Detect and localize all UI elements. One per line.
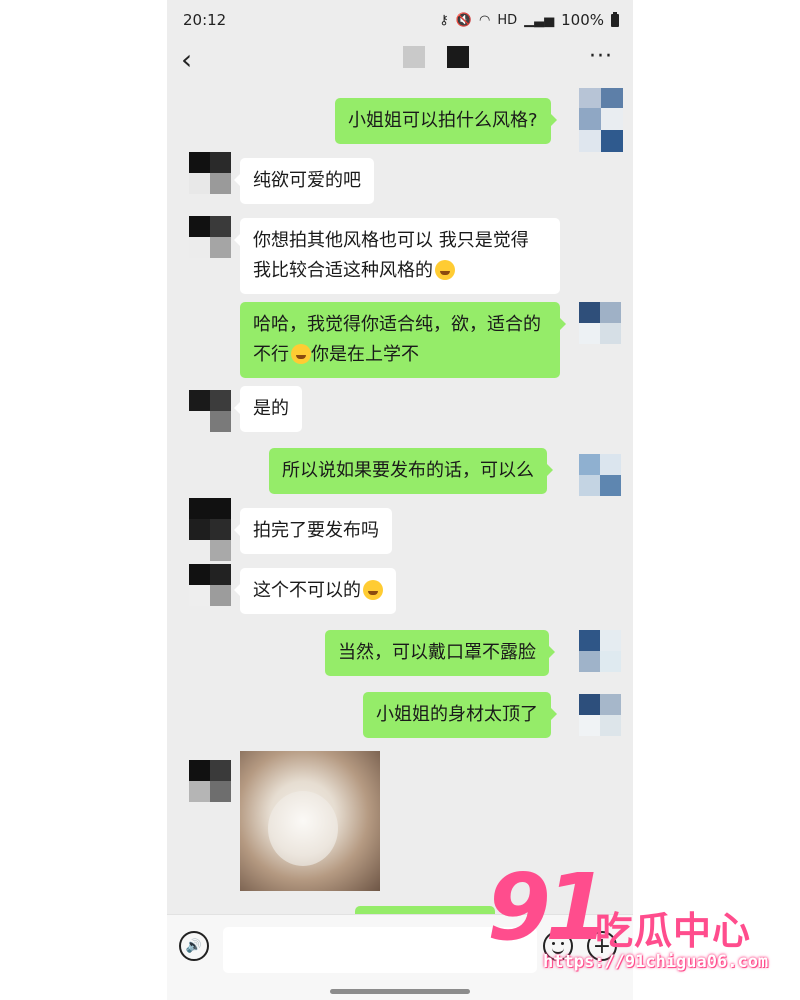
laugh-cry-emoji-icon xyxy=(291,344,311,364)
voice-button[interactable]: 🔊 xyxy=(179,931,209,961)
avatar-self[interactable] xyxy=(579,630,621,672)
key-icon: ⚷ xyxy=(439,12,449,28)
message-bubble[interactable]: 是的 xyxy=(234,386,302,432)
chat-header: ‹ ··· xyxy=(167,40,633,84)
status-time: 20:12 xyxy=(183,11,227,29)
message-text: 当然，可以戴口罩不露脸 xyxy=(338,642,536,663)
avatar-self[interactable] xyxy=(579,88,623,152)
redaction-block xyxy=(403,46,425,68)
avatar-contact[interactable] xyxy=(189,216,231,258)
status-bar: 20:12 ⚷ 🔇 ◠ HD ▁▃▅ 100% xyxy=(167,0,633,40)
watermark-logo-number: 91 xyxy=(487,854,609,961)
message-bubble[interactable]: 拍完了要发布吗 xyxy=(234,508,392,554)
phone-screen: 20:12 ⚷ 🔇 ◠ HD ▁▃▅ 100% ‹ ··· 小姐姐可以拍什么风格… xyxy=(167,0,633,1000)
message-text: 这个不可以的 xyxy=(253,580,361,601)
wifi-icon: ◠ xyxy=(478,12,491,28)
hd-label: HD xyxy=(497,12,518,28)
blurred-photo-content xyxy=(268,791,338,866)
message-text: 哈哈，我觉得你适合纯，欲，适合的 xyxy=(253,314,541,335)
watermark-url: https://91chigua06.com xyxy=(543,952,769,972)
watermark: 91 吃瓜中心 https://91chigua06.com xyxy=(487,858,777,982)
message-bubble[interactable]: 纯欲可爱的吧 xyxy=(234,158,374,204)
battery-percent: 100% xyxy=(561,11,604,29)
message-text: 小姐姐可以拍什么风格? xyxy=(348,110,538,131)
image-message[interactable] xyxy=(240,751,380,891)
message-bubble[interactable]: 所以说如果要发布的话，可以么 xyxy=(269,448,553,494)
message-bubble[interactable]: 哈哈，我觉得你适合纯，欲，适合的 不行 你是在上学不 xyxy=(240,302,566,378)
avatar-contact[interactable] xyxy=(189,390,231,432)
avatar-self[interactable] xyxy=(579,454,621,496)
message-text: 我比较合适这种风格的 xyxy=(253,260,433,281)
message-bubble[interactable]: 当然，可以戴口罩不露脸 xyxy=(325,630,555,676)
message-text: 小姐姐的身材太顶了 xyxy=(376,704,538,725)
message-bubble[interactable]: 小姐姐可以拍什么风格? xyxy=(335,98,557,144)
signal-icon: ▁▃▅ xyxy=(524,12,555,28)
more-button[interactable]: ··· xyxy=(589,44,613,69)
avatar-contact[interactable] xyxy=(189,152,231,194)
avatar-contact[interactable] xyxy=(189,498,231,562)
redaction-block xyxy=(447,46,469,68)
grin-emoji-icon xyxy=(435,260,455,280)
status-icons: ⚷ 🔇 ◠ HD ▁▃▅ 100% xyxy=(439,11,619,29)
message-text: 不行 xyxy=(253,344,289,365)
chat-area[interactable]: 小姐姐可以拍什么风格? 纯欲可爱的吧 你想拍其他风格也可以 我只是觉得 我比较合… xyxy=(167,84,633,920)
message-text: 所以说如果要发布的话，可以么 xyxy=(282,460,534,481)
chat-title-redacted xyxy=(403,46,469,68)
message-bubble[interactable]: 小姐姐的身材太顶了 xyxy=(363,692,557,738)
avatar-self[interactable] xyxy=(579,302,621,344)
message-text: 你是在上学不 xyxy=(311,344,419,365)
message-text: 你想拍其他风格也可以 我只是觉得 xyxy=(253,230,529,251)
mute-icon: 🔇 xyxy=(455,12,472,28)
battery-icon xyxy=(611,11,619,27)
avatar-contact[interactable] xyxy=(189,564,231,606)
flushed-emoji-icon xyxy=(363,580,383,600)
message-bubble[interactable]: 这个不可以的 xyxy=(234,568,396,614)
message-text: 纯欲可爱的吧 xyxy=(253,170,361,191)
message-text: 拍完了要发布吗 xyxy=(253,520,379,541)
avatar-contact[interactable] xyxy=(189,760,231,802)
back-button[interactable]: ‹ xyxy=(181,46,211,76)
watermark-logo-text: 吃瓜中心 xyxy=(595,909,752,953)
avatar-self[interactable] xyxy=(579,694,621,736)
message-text: 是的 xyxy=(253,398,289,419)
message-bubble[interactable]: 你想拍其他风格也可以 我只是觉得 我比较合适这种风格的 xyxy=(234,218,560,294)
chevron-left-icon: ‹ xyxy=(181,43,193,76)
home-indicator[interactable] xyxy=(330,989,470,994)
voice-icon: 🔊 xyxy=(185,938,203,954)
